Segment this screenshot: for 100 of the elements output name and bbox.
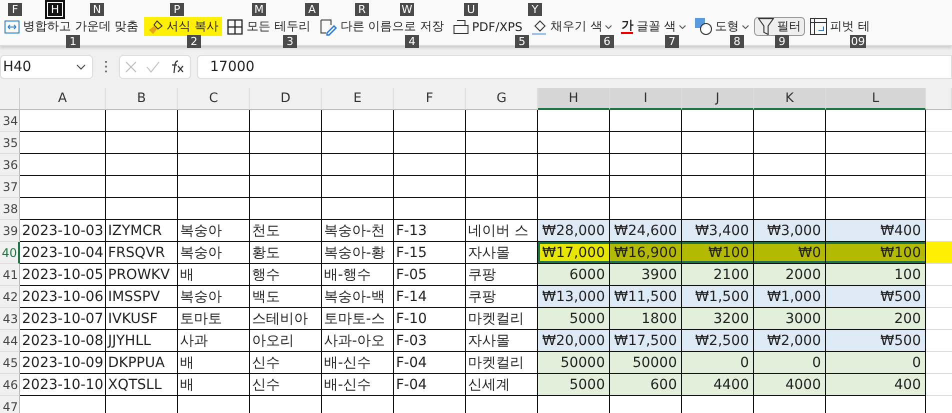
- table-cell: 2023-10-03: [20, 220, 106, 242]
- ribbon-button[interactable]: 도형: [691, 17, 754, 36]
- table-cell: F-04: [394, 374, 466, 396]
- table-cell: ₩28,000: [538, 220, 610, 242]
- printer-icon: [452, 20, 469, 34]
- table-cell: F-05: [394, 264, 466, 286]
- column-header[interactable]: F: [394, 88, 466, 110]
- table-cell: 400: [826, 374, 926, 396]
- row-header[interactable]: 38: [0, 198, 20, 220]
- formula-field[interactable]: 17000: [197, 55, 952, 79]
- borders-icon: [227, 18, 244, 34]
- name-box[interactable]: H40: [0, 55, 93, 79]
- table-cell: PROWKV: [106, 264, 178, 286]
- ribbon-button[interactable]: 모든 테두리: [223, 17, 314, 36]
- table-cell: 복숭아: [178, 242, 250, 264]
- table-cell: [106, 110, 178, 132]
- table-cell: 2023-10-05: [20, 264, 106, 286]
- column-header[interactable]: L: [826, 88, 926, 110]
- table-cell: [466, 176, 538, 198]
- table-cell: [322, 154, 394, 176]
- table-cell: [538, 154, 610, 176]
- table-cell: [682, 110, 754, 132]
- merge-cells-icon: [4, 20, 20, 34]
- row-header[interactable]: 36: [0, 154, 20, 176]
- ribbon-button[interactable]: PDF/XPS: [448, 17, 526, 36]
- cancel-icon[interactable]: [124, 61, 137, 73]
- table-cell: 4000: [754, 374, 826, 396]
- table-cell: [682, 132, 754, 154]
- cell-reference: H40: [3, 59, 32, 75]
- column-header[interactable]: A: [20, 88, 106, 110]
- table-cell: 1800: [610, 308, 682, 330]
- keytip-tooltip: M: [252, 3, 266, 16]
- ribbon-button[interactable]: 피벗 테: [806, 17, 874, 36]
- table-cell: IMSSPV: [106, 286, 178, 308]
- save-as-icon: [319, 18, 338, 36]
- table-cell: [394, 132, 466, 154]
- table-cell: ₩3,000: [754, 220, 826, 242]
- row-header[interactable]: 44: [0, 330, 20, 352]
- table-cell: [466, 132, 538, 154]
- row-header[interactable]: 37: [0, 176, 20, 198]
- table-cell: ₩500: [826, 286, 926, 308]
- table-cell: [394, 198, 466, 220]
- column-header[interactable]: J: [682, 88, 754, 110]
- ribbon-button[interactable]: 서식 복사: [144, 17, 222, 36]
- column-header[interactable]: C: [178, 88, 250, 110]
- function-icon[interactable]: [169, 60, 186, 74]
- row-header[interactable]: 42: [0, 286, 20, 308]
- table-cell: 황도: [250, 242, 322, 264]
- table-cell: [250, 198, 322, 220]
- table-cell: ₩400: [826, 220, 926, 242]
- table-cell: 천도: [250, 220, 322, 242]
- row-header[interactable]: 47: [0, 396, 20, 413]
- row-header[interactable]: 46: [0, 374, 20, 396]
- column-header[interactable]: K: [754, 88, 826, 110]
- row-header[interactable]: 45: [0, 352, 20, 374]
- table-cell: 0: [682, 352, 754, 374]
- table-cell: [466, 154, 538, 176]
- keytip-tooltip: Y: [528, 3, 542, 16]
- table-cell: XQTSLL: [106, 374, 178, 396]
- row-header[interactable]: 43: [0, 308, 20, 330]
- more-icon[interactable]: ⋮: [99, 59, 113, 75]
- table-cell: ₩16,900: [610, 242, 682, 264]
- table-cell: 2023-10-10: [20, 374, 106, 396]
- table-cell: 스테비아: [250, 308, 322, 330]
- column-header[interactable]: E: [322, 88, 394, 110]
- column-header[interactable]: B: [106, 88, 178, 110]
- table-cell: 배: [178, 264, 250, 286]
- row-header[interactable]: 41: [0, 264, 20, 286]
- column-header[interactable]: [926, 88, 952, 110]
- table-cell: [178, 198, 250, 220]
- select-all-button[interactable]: [0, 88, 20, 110]
- column-header[interactable]: H: [538, 88, 610, 110]
- column-header[interactable]: D: [250, 88, 322, 110]
- table-cell: [394, 176, 466, 198]
- table-cell: F-15: [394, 242, 466, 264]
- table-cell: 배: [178, 374, 250, 396]
- chevron-down-icon: [76, 64, 86, 70]
- ribbon-button[interactable]: 다른 이름으로 저장: [315, 17, 448, 36]
- keytip-tooltip: 9: [775, 35, 789, 48]
- table-cell: IZYMCR: [106, 220, 178, 242]
- table-cell: 3900: [610, 264, 682, 286]
- ribbon-button[interactable]: 병합하고 가운데 맞춤: [0, 17, 143, 36]
- table-cell: ₩17,000: [538, 242, 610, 264]
- table-cell: 0: [826, 352, 926, 374]
- table-cell: [682, 176, 754, 198]
- table-cell: [754, 176, 826, 198]
- row-header[interactable]: 39: [0, 220, 20, 242]
- column-header[interactable]: G: [466, 88, 538, 110]
- keytip-tooltip: H: [48, 3, 62, 16]
- row-header[interactable]: 40: [0, 242, 20, 264]
- column-header[interactable]: I: [610, 88, 682, 110]
- keytip-tooltip: 09: [850, 35, 866, 48]
- ribbon-button[interactable]: 채우기 색: [527, 17, 616, 36]
- ribbon-button[interactable]: 필터: [754, 17, 806, 36]
- row-header[interactable]: 34: [0, 110, 20, 132]
- table-cell: 사과: [178, 330, 250, 352]
- table-cell: 복숭아: [178, 286, 250, 308]
- table-cell: ₩3,400: [682, 220, 754, 242]
- row-header[interactable]: 35: [0, 132, 20, 154]
- check-icon[interactable]: [146, 61, 160, 73]
